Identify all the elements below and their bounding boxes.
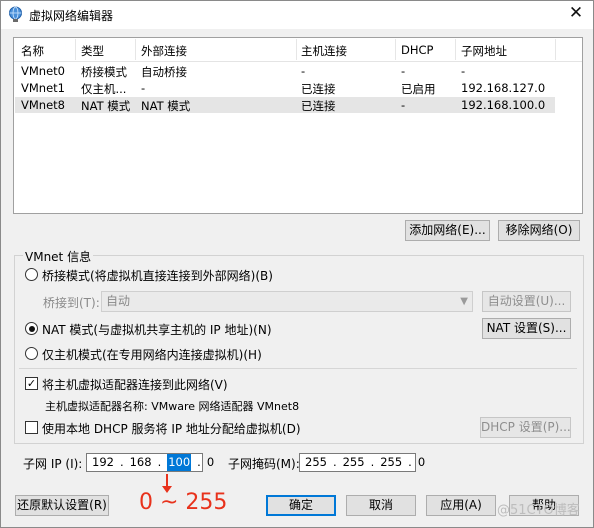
cell-dhcp: 已启用 [401,82,436,96]
column-divider[interactable] [135,39,136,60]
host-only-mode-radio[interactable] [25,347,38,360]
column-divider[interactable] [555,39,556,60]
cell-name: VMnet0 [21,64,65,78]
mask-dot: . [370,455,375,469]
add-network-button[interactable]: 添加网络(E)... [405,220,490,241]
mask-dot: . [332,455,337,469]
cell-type: 仅主机... [81,82,127,96]
bridged-to-value: 自动 [106,294,131,308]
column-divider[interactable] [395,39,396,60]
connect-adapter-label[interactable]: 将主机虚拟适配器连接到此网络(V) [42,376,228,393]
table-row-selected[interactable]: VMnet8 NAT 模式 NAT 模式 已连接 - 192.168.100.0 [15,97,555,113]
cell-subnet: 192.168.100.0 [461,98,546,112]
subnet-ip-field[interactable]: 192. 168. 100. 0 [86,453,214,472]
remove-network-button[interactable]: 移除网络(O) [498,220,580,241]
use-dhcp-checkbox[interactable] [25,421,38,434]
ip-octet[interactable]: 168 [130,454,152,471]
restore-defaults-button[interactable]: 还原默认设置(R) [15,495,109,516]
column-divider[interactable] [75,39,76,60]
use-dhcp-label[interactable]: 使用本地 DHCP 服务将 IP 地址分配给虚拟机(D) [42,420,301,437]
network-globe-icon [9,6,22,22]
column-header-name[interactable]: 名称 [21,43,44,59]
mask-dot: . [408,455,412,469]
subnet-ip-label: 子网 IP (I): [23,457,83,471]
subnet-mask-field[interactable]: 255. 255. 255. 0 [299,453,425,472]
connect-adapter-checkbox[interactable]: ✓ [25,377,38,390]
column-header-dhcp[interactable]: DHCP [401,43,433,57]
column-header-host[interactable]: 主机连接 [301,43,347,59]
adapter-name-text: 主机虚拟适配器名称: VMware 网络适配器 VMnet8 [45,400,300,413]
virtual-network-editor-window: 虚拟网络编辑器 ✕ 名称 类型 外部连接 主机连接 DHCP 子网地址 VMne… [0,0,594,528]
nat-mode-label[interactable]: NAT 模式(与虚拟机共享主机的 IP 地址)(N) [42,321,272,338]
bridged-to-label: 桥接到(T): [43,296,100,310]
mask-octet[interactable]: 255 [343,454,365,471]
cell-host: 已连接 [301,99,336,113]
ok-button[interactable]: 确定 [266,495,336,516]
column-header-subnet[interactable]: 子网地址 [461,43,507,59]
watermark: @51CTO博客 [497,503,580,518]
cell-type: NAT 模式 [81,99,131,113]
cell-name: VMnet1 [21,81,65,95]
cell-dhcp: - [401,98,406,112]
column-header-external[interactable]: 外部连接 [141,43,187,59]
chevron-down-icon: ▼ [460,296,468,307]
mask-octet[interactable]: 255 [380,454,402,471]
dhcp-settings-button[interactable]: DHCP 设置(P)... [480,417,571,438]
ip-dot: . [157,455,162,469]
column-divider[interactable] [455,39,456,60]
divider [19,368,577,369]
ip-octet-selected[interactable]: 100 [167,454,192,471]
column-divider[interactable] [296,39,297,60]
ip-dot: . [119,455,124,469]
list-header: 名称 类型 外部连接 主机连接 DHCP 子网地址 [14,38,582,62]
cell-subnet: 192.168.127.0 [461,81,546,95]
mask-octet[interactable]: 255 [305,454,327,471]
table-row[interactable]: VMnet1 仅主机... - 已连接 已启用 192.168.127.0 [15,80,555,96]
ip-dot: . [197,455,201,469]
close-icon[interactable]: ✕ [565,4,587,24]
cell-external: 自动桥接 [141,65,187,79]
cell-subnet: - [461,64,466,78]
auto-settings-button[interactable]: 自动设置(U)... [482,291,571,312]
range-annotation: 0 ~ 255 [139,490,228,515]
cell-host: 已连接 [301,82,336,96]
subnet-mask-label: 子网掩码(M): [228,457,300,471]
bridged-mode-label[interactable]: 桥接模式(将虚拟机直接连接到外部网络)(B) [42,267,273,284]
bridged-to-select[interactable]: 自动 ▼ [101,291,473,312]
nat-mode-radio[interactable] [25,322,38,335]
nat-settings-button[interactable]: NAT 设置(S)... [482,318,571,339]
ip-octet[interactable]: 192 [92,454,114,471]
host-only-mode-label[interactable]: 仅主机模式(在专用网络内连接虚拟机)(H) [42,346,262,363]
cell-dhcp: - [401,64,406,78]
mask-octet[interactable]: 0 [418,454,425,471]
cell-external: - [141,81,146,95]
group-title: VMnet 信息 [23,248,94,265]
cell-host: - [301,64,306,78]
cell-external: NAT 模式 [141,99,191,113]
network-list[interactable]: 名称 类型 外部连接 主机连接 DHCP 子网地址 VMnet0 桥接模式 自动… [13,37,583,214]
ip-octet[interactable]: 0 [207,454,214,471]
title-bar: 虚拟网络编辑器 ✕ [1,1,593,29]
column-header-type[interactable]: 类型 [81,43,104,59]
apply-button[interactable]: 应用(A) [426,495,496,516]
window-title: 虚拟网络编辑器 [29,9,114,23]
cell-name: VMnet8 [21,98,65,112]
cell-type: 桥接模式 [81,65,127,79]
cancel-button[interactable]: 取消 [346,495,416,516]
table-row[interactable]: VMnet0 桥接模式 自动桥接 - - - [15,63,555,79]
bridged-mode-radio[interactable] [25,268,38,281]
